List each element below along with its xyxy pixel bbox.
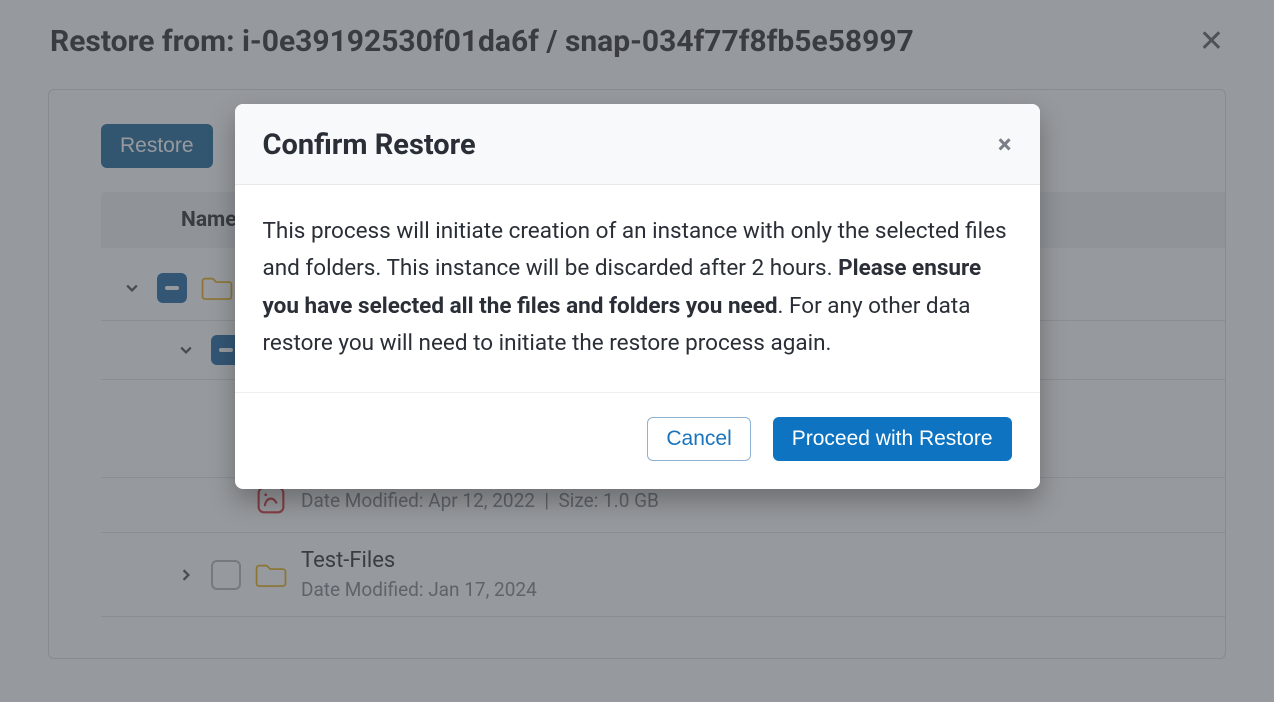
modal-title: Confirm Restore xyxy=(263,128,476,162)
proceed-button[interactable]: Proceed with Restore xyxy=(773,417,1012,461)
confirm-restore-modal: Confirm Restore × This process will init… xyxy=(235,104,1040,489)
close-icon[interactable]: × xyxy=(998,130,1012,160)
modal-body: This process will initiate creation of a… xyxy=(235,185,1040,393)
cancel-button[interactable]: Cancel xyxy=(647,417,750,461)
modal-overlay: Confirm Restore × This process will init… xyxy=(0,0,1274,702)
